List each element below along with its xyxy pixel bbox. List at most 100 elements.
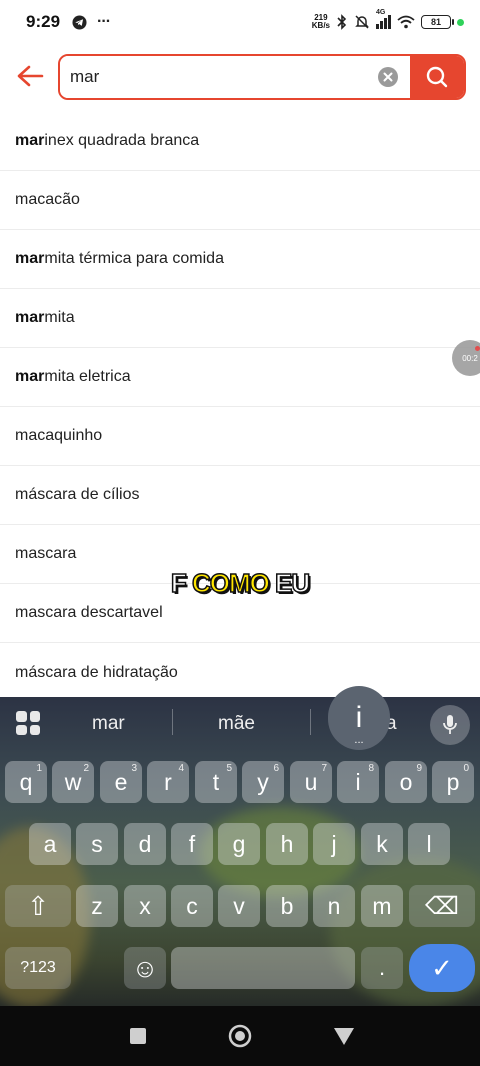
key-r[interactable]: r4 [147, 761, 189, 803]
key-t[interactable]: t5 [195, 761, 237, 803]
suggestion-match: mar [15, 309, 45, 326]
key-label: u [304, 768, 318, 795]
suggestion-item[interactable]: máscara de hidratação [0, 643, 480, 702]
net-speed-unit: KB/s [311, 21, 330, 30]
battery-level: 81 [430, 17, 441, 27]
backspace-key[interactable]: ⌫ [409, 885, 475, 927]
suggestion-text: marmita eletrica [15, 368, 131, 386]
screen-recorder-bubble[interactable]: 00:2 [452, 340, 480, 376]
key-label: m [372, 892, 392, 919]
key-label: v [233, 892, 245, 919]
enter-key[interactable]: ✓ [409, 944, 475, 992]
key-label: b [280, 892, 294, 919]
suggestion-text: macacão [15, 191, 80, 209]
key-e[interactable]: e3 [100, 761, 142, 803]
key-i[interactable]: i8 [337, 761, 379, 803]
recording-dot [475, 346, 480, 351]
circle-icon [228, 1024, 252, 1048]
caption-word: EU [268, 567, 311, 599]
divider [310, 709, 311, 735]
key-u[interactable]: u7 [290, 761, 332, 803]
suggestion-item[interactable]: macacão [0, 171, 480, 230]
key-d[interactable]: d [124, 823, 166, 865]
key-y[interactable]: y6 [242, 761, 284, 803]
popup-letter: i [355, 701, 363, 734]
key-label: c [186, 892, 198, 919]
key-h[interactable]: h [266, 823, 308, 865]
suggestion-text: mascara descartavel [15, 604, 163, 622]
word-suggestion[interactable]: mar [92, 713, 125, 735]
key-p[interactable]: p0 [432, 761, 474, 803]
key-g[interactable]: g [218, 823, 260, 865]
key-label: g [232, 830, 246, 857]
keyboard-menu-icon[interactable] [16, 711, 40, 735]
telegram-icon [72, 14, 87, 30]
suggestion-list: marinex quadrada branca macacão marmita … [0, 112, 480, 702]
search-input[interactable] [60, 56, 366, 98]
key-label: j [331, 830, 337, 857]
search-box [58, 54, 466, 100]
suggestion-text: mascara [15, 545, 76, 563]
key-l[interactable]: l [408, 823, 450, 865]
bluetooth-icon [337, 14, 347, 30]
backspace-icon: ⌫ [425, 892, 459, 920]
key-z[interactable]: z [76, 885, 118, 927]
key-f[interactable]: f [171, 823, 213, 865]
square-icon [130, 1028, 146, 1044]
back-nav-button[interactable] [332, 1024, 356, 1048]
key-label: p [446, 768, 460, 795]
suggestion-item[interactable]: macaquinho [0, 407, 480, 466]
key-v[interactable]: v [218, 885, 260, 927]
triangle-icon [334, 1028, 354, 1045]
search-icon [426, 66, 448, 88]
key-label: q [19, 768, 33, 795]
key-row-3: ⇧ z x c v b n m ⌫ [0, 885, 480, 933]
key-a[interactable]: a [29, 823, 71, 865]
privacy-dot [457, 18, 464, 26]
word-suggestion[interactable]: mãe [218, 713, 255, 735]
key-o[interactable]: o9 [385, 761, 427, 803]
suggestion-item[interactable]: marmita eletrica [0, 348, 480, 407]
key-s[interactable]: s [76, 823, 118, 865]
key-m[interactable]: m [361, 885, 403, 927]
key-hint: 0 [463, 763, 469, 774]
key-x[interactable]: x [124, 885, 166, 927]
key-label: e [114, 768, 128, 795]
key-row-4: ?123 ☺ . ✓ [0, 944, 480, 995]
key-hint: 1 [36, 763, 42, 774]
key-label: w [64, 768, 82, 795]
key-c[interactable]: c [171, 885, 213, 927]
period-key[interactable]: . [361, 947, 403, 989]
suggestion-rest: máscara de cílios [15, 486, 140, 503]
key-b[interactable]: b [266, 885, 308, 927]
suggestion-item[interactable]: marinex quadrada branca [0, 112, 480, 171]
navigation-bar [0, 1006, 480, 1066]
mute-bell-icon [355, 15, 369, 29]
shift-key[interactable]: ⇧ [5, 885, 71, 927]
voice-input-button[interactable] [430, 705, 470, 745]
space-key[interactable] [171, 947, 355, 989]
search-button[interactable] [410, 56, 464, 98]
home-button[interactable] [228, 1024, 252, 1048]
recents-button[interactable] [126, 1024, 150, 1048]
suggestion-item[interactable]: máscara de cílios [0, 466, 480, 525]
status-left-icons: ··· [72, 13, 111, 31]
suggestion-rest: mascara [15, 545, 77, 562]
suggestion-rest: mita [44, 309, 75, 326]
back-button[interactable] [14, 60, 46, 92]
symbols-key[interactable]: ?123 [5, 947, 71, 989]
clear-search-button[interactable] [366, 56, 410, 98]
key-label: y [257, 768, 269, 795]
suggestion-item[interactable]: marmita [0, 289, 480, 348]
key-label: f [188, 830, 196, 857]
key-k[interactable]: k [361, 823, 403, 865]
suggestion-item[interactable]: marmita térmica para comida [0, 230, 480, 289]
key-q[interactable]: q1 [5, 761, 47, 803]
key-j[interactable]: j [313, 823, 355, 865]
emoji-key[interactable]: ☺ [124, 947, 166, 989]
key-label: a [43, 830, 57, 857]
key-n[interactable]: n [313, 885, 355, 927]
key-w[interactable]: w2 [52, 761, 94, 803]
suggestion-text: marmita [15, 309, 75, 327]
suggestion-text: macaquinho [15, 427, 102, 445]
